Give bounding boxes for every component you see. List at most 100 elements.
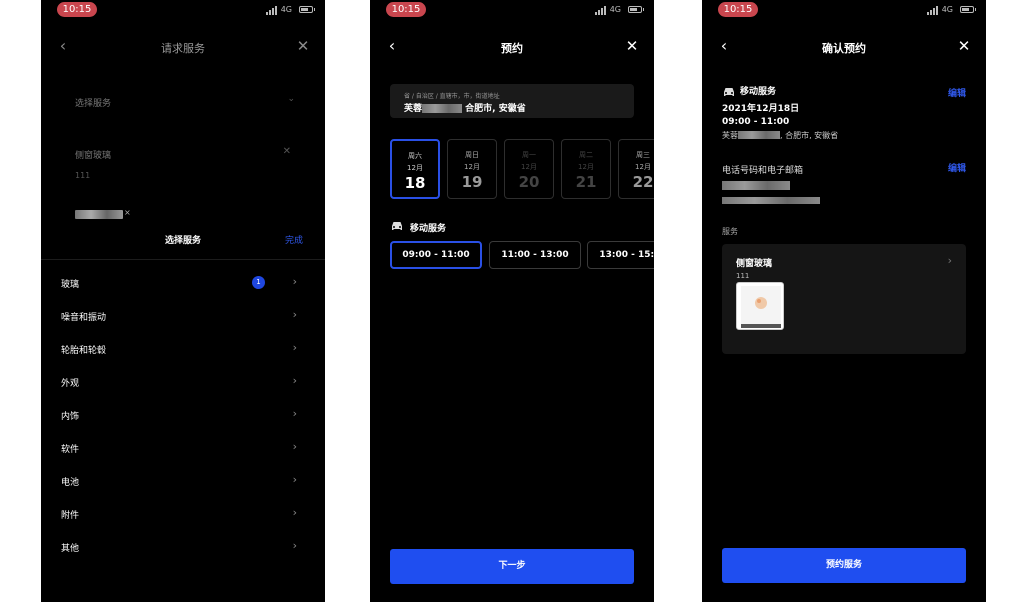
category-item[interactable]: 其他 › bbox=[41, 531, 325, 564]
service-note: 111 bbox=[75, 171, 91, 180]
service-name: 侧窗玻璃 bbox=[736, 259, 773, 269]
appointment-date: 2021年12月18日 bbox=[722, 103, 800, 114]
chevron-right-icon: › bbox=[292, 506, 297, 519]
category-label: 附件 bbox=[61, 511, 80, 521]
close-icon[interactable]: ✕ bbox=[622, 36, 642, 56]
category-label: 内饰 bbox=[61, 412, 80, 422]
date-option[interactable]: 周三 12月 22 bbox=[618, 139, 654, 199]
redacted-text bbox=[422, 104, 463, 113]
done-button[interactable]: 完成 bbox=[285, 233, 303, 246]
redacted-phone bbox=[722, 181, 790, 190]
status-time: 10:15 bbox=[386, 2, 426, 17]
battery-icon bbox=[628, 6, 644, 13]
category-label: 轮胎和轮毂 bbox=[61, 346, 107, 356]
remove-chip-icon[interactable]: × bbox=[124, 208, 131, 217]
service-select[interactable]: 选择服务 bbox=[75, 96, 111, 109]
status-time: 10:15 bbox=[57, 2, 97, 17]
chevron-right-icon: › bbox=[292, 473, 297, 486]
page-title: 请求服务 bbox=[161, 42, 205, 55]
edit-appointment-link[interactable]: 编辑 bbox=[948, 86, 966, 99]
clear-icon[interactable]: ✕ bbox=[283, 146, 291, 157]
date-weekday: 周一 bbox=[522, 151, 536, 159]
date-day: 18 bbox=[404, 174, 426, 192]
confirm-appointment-screen: 10:15 4G ‹ 确认预约 ✕ 移动服务 2021年12月18日 09:00… bbox=[702, 0, 986, 602]
category-item[interactable]: 附件 › bbox=[41, 498, 325, 531]
date-month: 12月 bbox=[578, 163, 594, 171]
time-slot[interactable]: 11:00 - 13:00 bbox=[489, 241, 581, 269]
address-field[interactable]: 省 / 自治区 / 直辖市，市，街道地址 芙蓉 合肥市, 安徽省 bbox=[390, 84, 634, 118]
category-label: 软件 bbox=[61, 445, 80, 455]
category-item[interactable]: 外观 › bbox=[41, 366, 325, 399]
status-time: 10:15 bbox=[718, 2, 758, 17]
chevron-right-icon: › bbox=[292, 341, 297, 354]
appointment-screen: 10:15 4G ‹ 预约 ✕ 省 / 自治区 / 直辖市，市，街道地址 芙蓉 … bbox=[370, 0, 654, 602]
battery-icon bbox=[960, 6, 976, 13]
time-slot[interactable]: 09:00 - 11:00 bbox=[390, 241, 482, 269]
time-slot[interactable]: 13:00 - 15:00 bbox=[587, 241, 654, 269]
category-item[interactable]: 噪音和振动 › bbox=[41, 300, 325, 333]
date-day: 19 bbox=[461, 173, 483, 191]
signal-icon bbox=[595, 6, 606, 15]
book-service-button[interactable]: 预约服务 bbox=[722, 548, 966, 583]
chevron-right-icon: › bbox=[947, 254, 952, 267]
chevron-right-icon: › bbox=[292, 440, 297, 453]
date-month: 12月 bbox=[407, 164, 423, 172]
page-title: 确认预约 bbox=[822, 42, 866, 55]
contact-section: 电话号码和电子邮箱 bbox=[722, 160, 966, 204]
date-option[interactable]: 周二 12月 21 bbox=[561, 139, 611, 199]
date-weekday: 周三 bbox=[636, 151, 650, 159]
photo-icon bbox=[741, 286, 781, 328]
date-option[interactable]: 周日 12月 19 bbox=[447, 139, 497, 199]
date-day: 21 bbox=[575, 173, 597, 191]
date-option[interactable]: 周六 12月 18 bbox=[390, 139, 440, 199]
address-prefix: 芙蓉 bbox=[404, 104, 423, 114]
car-icon bbox=[724, 87, 734, 96]
category-item[interactable]: 玻璃 1 › bbox=[41, 267, 325, 300]
category-item[interactable]: 轮胎和轮毂 › bbox=[41, 333, 325, 366]
date-day: 22 bbox=[632, 173, 654, 191]
close-icon[interactable]: ✕ bbox=[954, 36, 974, 56]
date-weekday: 周六 bbox=[408, 152, 422, 160]
category-label: 噪音和振动 bbox=[61, 313, 107, 323]
next-button[interactable]: 下一步 bbox=[390, 549, 634, 584]
attachment-chip bbox=[75, 210, 123, 219]
date-weekday: 周日 bbox=[465, 151, 479, 159]
services-section-label: 服务 bbox=[722, 227, 738, 236]
category-item[interactable]: 软件 › bbox=[41, 432, 325, 465]
address-suffix: 合肥市, 安徽省 bbox=[465, 104, 526, 114]
category-item[interactable]: 内饰 › bbox=[41, 399, 325, 432]
appointment-address: 芙蓉 , 合肥市, 安徽省 bbox=[722, 130, 966, 141]
network-label: 4G bbox=[280, 5, 292, 14]
car-icon bbox=[392, 222, 402, 230]
battery-icon bbox=[299, 6, 315, 13]
service-type-label: 移动服务 bbox=[740, 87, 777, 97]
signal-icon bbox=[927, 6, 938, 15]
redacted-text bbox=[738, 131, 780, 139]
chevron-right-icon: › bbox=[292, 539, 297, 552]
category-label: 电池 bbox=[61, 478, 80, 488]
status-bar: 10:15 4G bbox=[370, 0, 654, 20]
service-card[interactable]: 侧窗玻璃 111 › bbox=[722, 244, 966, 354]
date-month: 12月 bbox=[635, 163, 651, 171]
redacted-email bbox=[722, 197, 820, 204]
status-bar: 10:15 4G bbox=[41, 0, 325, 20]
edit-contact-link[interactable]: 编辑 bbox=[948, 161, 966, 174]
chevron-right-icon: › bbox=[292, 407, 297, 420]
network-label: 4G bbox=[609, 5, 621, 14]
appointment-time: 09:00 - 11:00 bbox=[722, 116, 790, 127]
contact-values bbox=[722, 181, 966, 204]
category-label: 其他 bbox=[61, 544, 80, 554]
network-label: 4G bbox=[941, 5, 953, 14]
time-slot-list: 09:00 - 11:00 11:00 - 13:00 13:00 - 15:0… bbox=[390, 241, 654, 269]
attachment-thumbnail[interactable] bbox=[736, 282, 784, 330]
chevron-right-icon: › bbox=[292, 275, 297, 288]
chevron-down-icon[interactable]: ⌄ bbox=[287, 94, 295, 104]
selected-service-value[interactable]: 侧窗玻璃 bbox=[75, 148, 111, 161]
date-option[interactable]: 周一 12月 20 bbox=[504, 139, 554, 199]
chevron-right-icon: › bbox=[292, 308, 297, 321]
category-item[interactable]: 电池 › bbox=[41, 465, 325, 498]
close-icon[interactable]: ✕ bbox=[293, 36, 313, 56]
appointment-summary: 移动服务 2021年12月18日 09:00 - 11:00 芙蓉 , 合肥市, … bbox=[722, 84, 966, 141]
bottom-sheet-header: 选择服务 完成 bbox=[41, 228, 325, 260]
category-label: 玻璃 bbox=[61, 280, 80, 290]
